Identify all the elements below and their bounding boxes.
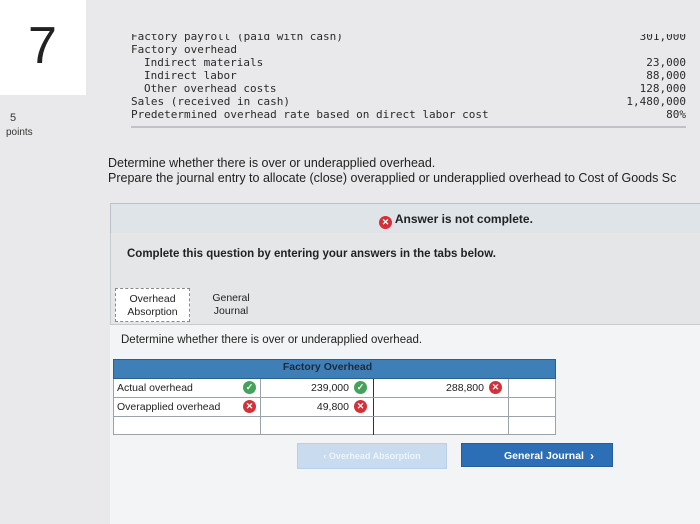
cost-row: Indirect labor 88,000 [144, 69, 686, 82]
cost-row: Factory payroll (paid with cash) 301,000 [131, 34, 686, 43]
cost-row: Predetermined overhead rate based on dir… [131, 108, 686, 121]
panel-title: Complete this question by entering your … [127, 248, 496, 260]
error-icon: ✕ [354, 400, 367, 413]
question-number-box: 7 [0, 0, 86, 95]
instruction-line-1: Determine whether there is over or under… [108, 156, 436, 170]
ledger-title: Factory Overhead [282, 361, 373, 373]
next-tab-button[interactable]: General Journal › [461, 443, 613, 467]
cost-row: Other overhead costs 128,000 [144, 82, 686, 95]
chevron-left-icon: ‹ [323, 451, 327, 461]
ledger-row: Overapplied overhead ✕ 49,800 ✕ [113, 398, 556, 416]
points-value: 5 [10, 112, 17, 124]
credit-cell[interactable]: 288,800 ✕ [373, 379, 509, 397]
error-icon: ✕ [489, 381, 502, 394]
instructions: Determine whether there is over or under… [108, 156, 676, 186]
status-text: Answer is not complete. [394, 212, 533, 226]
instruction-line-2: Prepare the journal entry to allocate (c… [108, 171, 677, 185]
tab-general-journal[interactable]: General Journal [196, 288, 266, 322]
cost-data-table: Factory payroll (paid with cash) 301,000… [131, 34, 686, 121]
check-icon: ✓ [243, 381, 256, 394]
account-select[interactable]: Overapplied overhead [117, 401, 220, 413]
check-icon: ✓ [354, 381, 367, 394]
account-select[interactable]: Actual overhead [117, 382, 193, 394]
prev-tab-button[interactable]: ‹ Overhead Absorption [297, 443, 447, 469]
cost-row: Indirect materials 23,000 [144, 56, 686, 69]
tab-overhead-absorption[interactable]: Overhead Absorption [115, 288, 190, 322]
error-icon: ✕ [243, 400, 256, 413]
table-divider [131, 126, 686, 128]
debit-total-cell[interactable] [260, 417, 374, 435]
credit-total-cell[interactable] [373, 417, 509, 435]
debit-cell[interactable]: 239,000 ✓ [260, 379, 374, 397]
tab-prompt: Determine whether there is over or under… [121, 334, 423, 346]
chevron-right-icon: › [590, 449, 594, 463]
debit-cell[interactable]: 49,800 ✕ [260, 398, 374, 416]
points-label: points [6, 127, 33, 138]
answer-status-bar: ✕ Answer is not complete. [110, 203, 700, 235]
ledger-row: Actual overhead ✓ 239,000 ✓ 288,800 ✕ [113, 379, 556, 397]
ledger-total-row [113, 417, 556, 435]
cost-row: Sales (received in cash) 1,480,000 [131, 95, 686, 108]
credit-cell[interactable] [373, 398, 509, 416]
question-number: 7 [28, 17, 57, 75]
cost-row: Factory overhead [131, 43, 237, 56]
error-icon: ✕ [379, 216, 392, 229]
